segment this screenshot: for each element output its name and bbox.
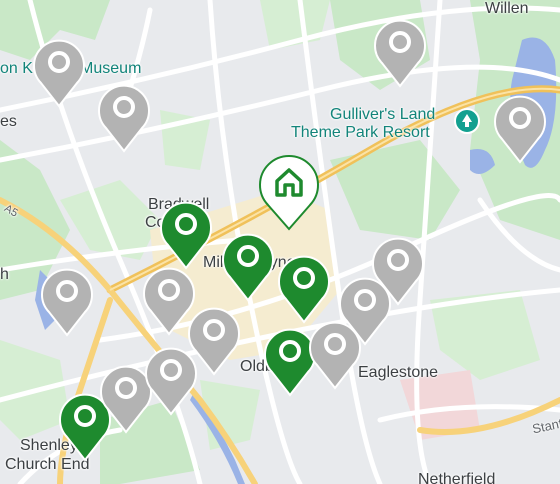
label-gullivers-line1[interactable]: Gulliver's Land (330, 106, 435, 123)
property-pin[interactable] (39, 265, 95, 337)
map-pin-icon (41, 268, 93, 337)
home-marker[interactable] (255, 145, 323, 231)
property-pin[interactable] (307, 318, 363, 390)
property-pin[interactable] (143, 344, 199, 416)
property-pin[interactable] (96, 81, 152, 153)
label-eaglestone: Eaglestone (358, 364, 439, 381)
map-pin-icon (98, 84, 150, 153)
property-pin[interactable] (31, 36, 87, 108)
property-pin[interactable] (492, 92, 548, 164)
property-pin-highlighted[interactable] (276, 252, 332, 324)
label-gullivers-line2[interactable]: Theme Park Resort (291, 124, 430, 141)
map-pin-icon (33, 39, 85, 108)
map-pin-icon (160, 201, 212, 270)
poi-icon[interactable] (454, 108, 480, 134)
label-willen: Willen (485, 0, 529, 17)
property-pin-highlighted[interactable] (220, 230, 276, 302)
property-pin[interactable] (370, 234, 426, 306)
home-pin-icon (259, 155, 319, 231)
label-h: h (0, 266, 9, 283)
property-pin[interactable] (372, 16, 428, 88)
map-pin-icon (374, 19, 426, 88)
map-pin-icon (494, 95, 546, 164)
map-pin-icon (372, 237, 424, 306)
map-pin-icon (278, 255, 330, 324)
map-view[interactable]: Willen on Keynes Museum es Gulliver's La… (0, 0, 560, 484)
map-pin-icon (309, 321, 361, 390)
park-tree-icon (462, 114, 472, 127)
property-pin-highlighted[interactable] (158, 198, 214, 270)
map-pin-icon (145, 347, 197, 416)
label-es: es (0, 113, 17, 130)
map-pin-icon (222, 233, 274, 302)
label-netherfield: Netherfield (418, 471, 496, 484)
